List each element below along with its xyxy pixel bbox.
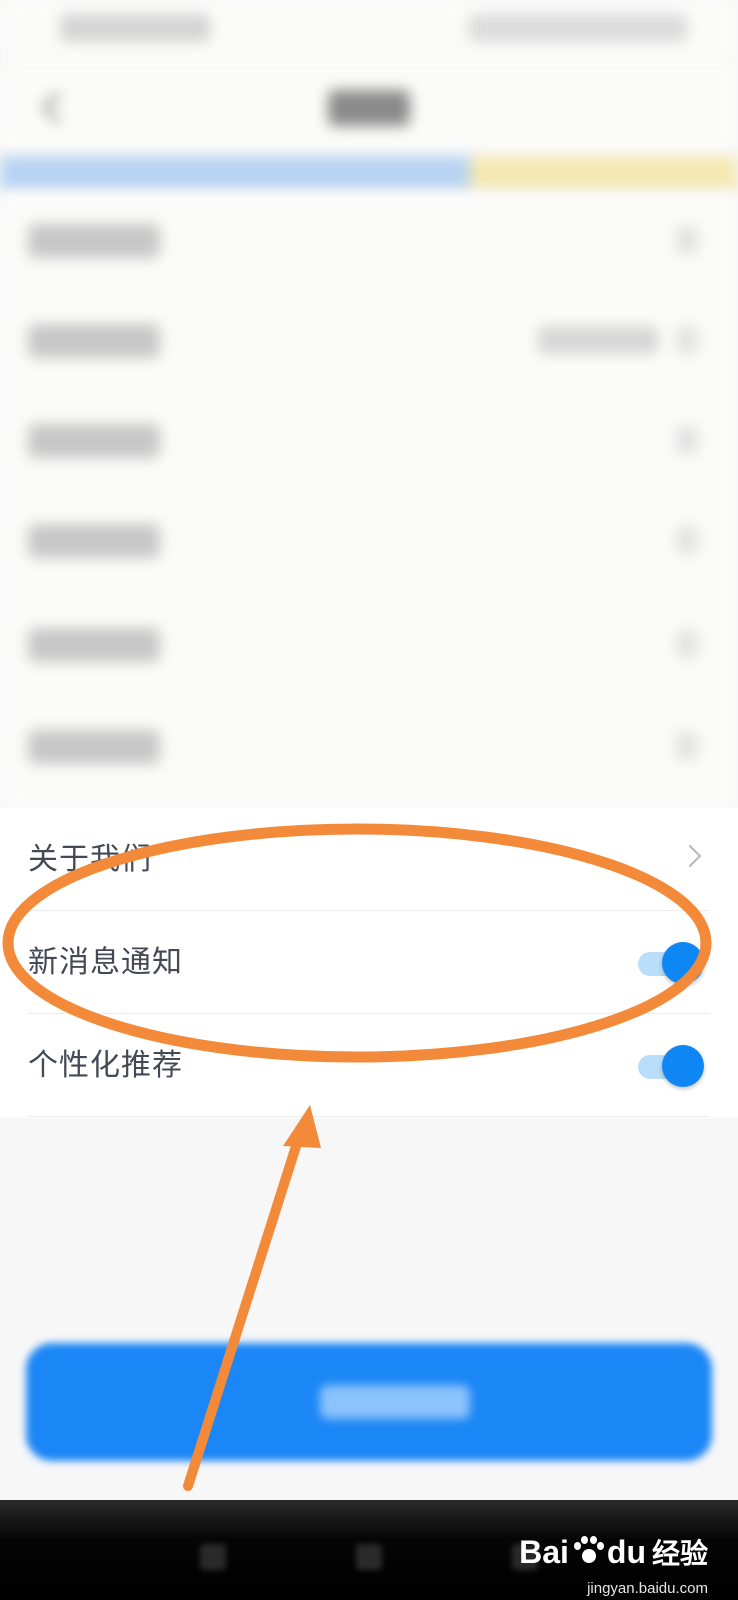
watermark-brand-prefix: Bai — [519, 1533, 569, 1570]
chevron-right-icon — [678, 844, 702, 868]
status-right-blurred — [468, 14, 688, 42]
back-icon[interactable] — [38, 90, 64, 124]
blurred-row[interactable] — [28, 192, 708, 296]
nav-button-blurred[interactable] — [356, 1544, 382, 1570]
chevron-right-icon — [676, 526, 698, 554]
watermark-brand-suffix: du — [606, 1533, 646, 1570]
settings-screen: 关于我们 新消息通知 个性化推荐 Bai du 经验 jingyan.baidu… — [0, 0, 738, 1600]
personalized-recommendation-toggle[interactable] — [638, 1045, 704, 1087]
status-bar — [0, 0, 738, 60]
blurred-row[interactable] — [28, 698, 708, 802]
page-title-blurred — [328, 90, 410, 126]
row-divider — [28, 1116, 710, 1117]
blurred-row[interactable] — [28, 596, 708, 700]
chevron-right-icon — [676, 326, 698, 354]
settings-list: 关于我们 新消息通知 个性化推荐 — [0, 808, 738, 1118]
blurred-value — [538, 326, 658, 354]
blurred-label — [28, 730, 160, 764]
settings-row-label: 新消息通知 — [28, 945, 183, 980]
chevron-right-icon — [676, 226, 698, 254]
status-left-blurred — [60, 14, 210, 42]
blurred-label — [28, 628, 160, 662]
baidu-jingyan-watermark: Bai du 经验 — [519, 1522, 708, 1582]
blurred-row[interactable] — [28, 392, 708, 496]
toggle-knob — [662, 1045, 704, 1087]
new-message-notification-toggle[interactable] — [638, 942, 704, 984]
chevron-right-icon — [676, 630, 698, 658]
watermark-brand-cn: 经验 — [651, 1537, 708, 1570]
paw-icon — [571, 1535, 605, 1569]
chevron-right-icon — [676, 732, 698, 760]
logout-button[interactable] — [26, 1343, 712, 1461]
banner-blue-segment — [0, 156, 470, 192]
banner-yellow-segment — [470, 156, 738, 192]
settings-row-personalized-recommendation[interactable]: 个性化推荐 — [0, 1014, 738, 1117]
banner-blurred — [0, 156, 738, 192]
chevron-right-icon — [676, 426, 698, 454]
blurred-label — [28, 224, 160, 258]
settings-row-label: 关于我们 — [28, 842, 152, 877]
logout-button-label-blurred — [320, 1385, 470, 1419]
blurred-label — [28, 524, 160, 558]
watermark-url: jingyan.baidu.com — [587, 1580, 708, 1597]
blurred-row[interactable] — [28, 492, 708, 596]
settings-row-label: 个性化推荐 — [28, 1048, 183, 1083]
nav-button-blurred[interactable] — [200, 1544, 226, 1570]
settings-row-new-message-notification[interactable]: 新消息通知 — [0, 911, 738, 1014]
blurred-label — [28, 424, 160, 458]
nav-bar — [0, 60, 738, 156]
settings-row-about-us[interactable]: 关于我们 — [0, 808, 738, 911]
toggle-knob — [662, 942, 704, 984]
blurred-settings-list — [0, 192, 738, 808]
blurred-label — [28, 324, 160, 358]
blurred-row[interactable] — [28, 292, 708, 396]
